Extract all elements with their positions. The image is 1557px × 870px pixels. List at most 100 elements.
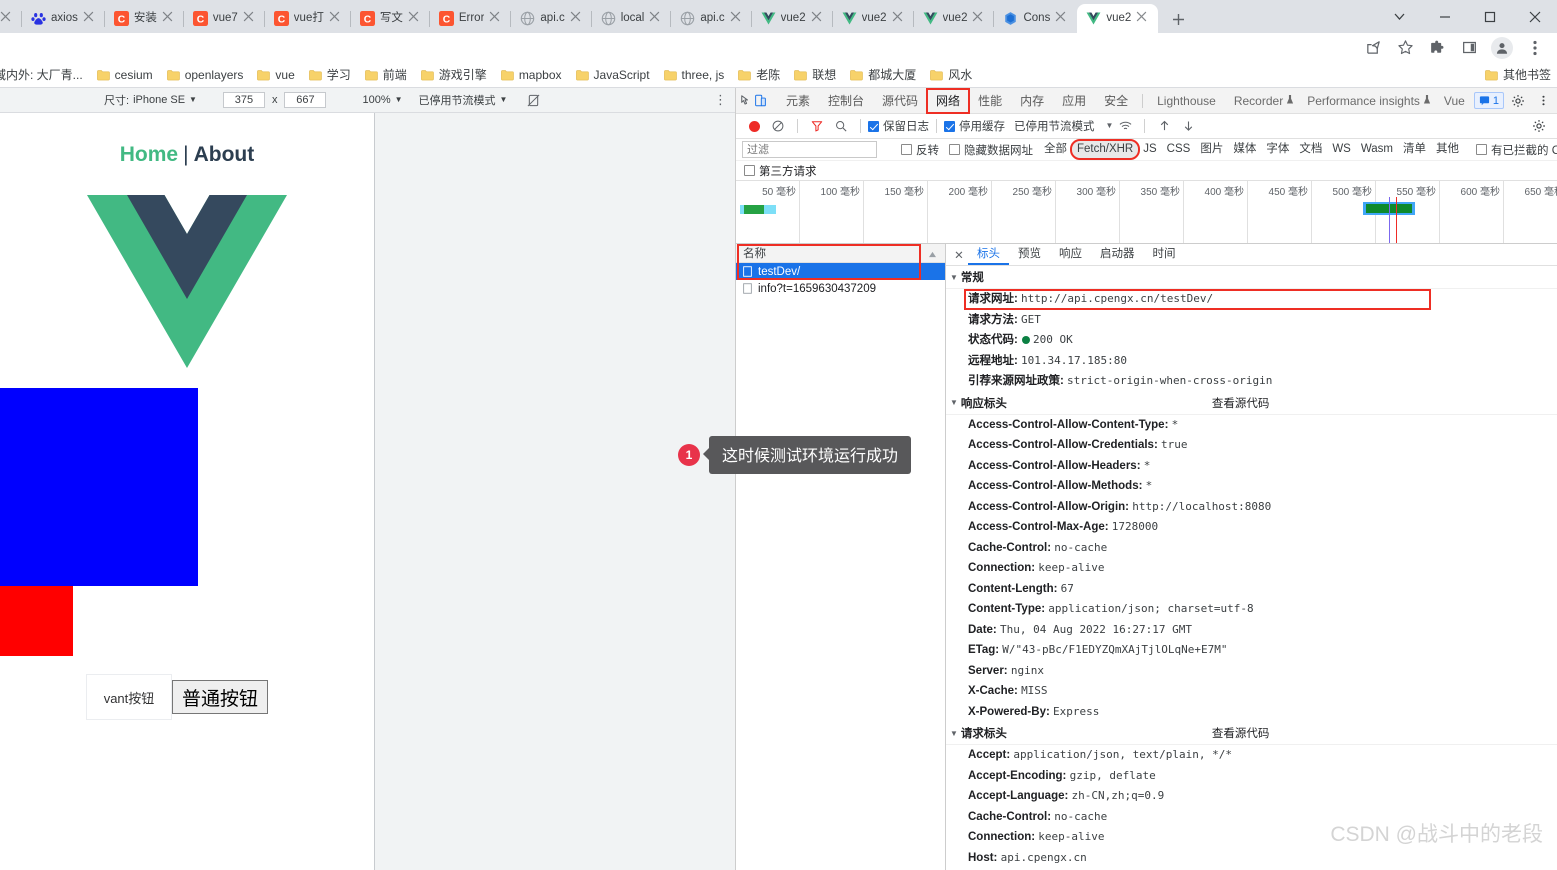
detail-tab[interactable]: 预览 <box>1009 244 1050 265</box>
filter-type-图片[interactable]: 图片 <box>1195 141 1228 158</box>
nav-link-about[interactable]: About <box>194 143 255 166</box>
request-row[interactable]: testDev/ <box>736 263 945 281</box>
request-headers-body[interactable]: ▼ 常规 请求网址: http://api.cpengx.cn/testDev/请求… <box>946 266 1557 870</box>
view-source-link[interactable]: 查看源代码 <box>1212 725 1270 741</box>
bookmark-item[interactable]: 游戏引擎 <box>414 65 494 85</box>
devtools-tab[interactable]: Lighthouse <box>1148 89 1225 113</box>
browser-tab[interactable]: C 安装 <box>103 4 184 33</box>
browser-tab[interactable]: local <box>590 4 672 33</box>
wifi-icon[interactable] <box>1113 115 1137 137</box>
bookmark-item[interactable]: 前端 <box>358 65 414 85</box>
bookmark-item[interactable]: mapbox <box>494 65 569 85</box>
filter-type-ws[interactable]: WS <box>1327 141 1356 158</box>
invert-checkbox[interactable]: 反转 <box>901 142 939 158</box>
devtools-more-menu-icon[interactable] <box>1532 90 1556 112</box>
bookmark-item[interactable]: 联想 <box>787 65 843 85</box>
section-header[interactable]: ▼ 常规 <box>946 266 1557 290</box>
browser-tab[interactable]: api.c <box>670 4 751 33</box>
filter-type-媒体[interactable]: 媒体 <box>1228 141 1261 158</box>
browser-tab[interactable]: vue2 <box>912 4 995 33</box>
close-icon[interactable] <box>0 11 15 26</box>
inspect-icon[interactable] <box>740 90 754 112</box>
close-icon[interactable] <box>1136 11 1151 26</box>
request-row[interactable]: info?t=1659630437209 <box>736 280 945 297</box>
close-icon[interactable] <box>1055 11 1070 26</box>
detail-tab[interactable]: 时间 <box>1144 244 1185 265</box>
device-selector[interactable]: 尺寸: iPhone SE ▼ <box>8 92 205 108</box>
plain-button[interactable]: 普通按钮 <box>172 680 269 715</box>
new-tab-button[interactable] <box>1164 5 1192 33</box>
chrome-menu-icon[interactable] <box>1522 35 1548 61</box>
disable-cache-checkbox[interactable]: 停用缓存 <box>944 118 1005 134</box>
device-throttling-selector[interactable]: 已停用节流模式 ▼ <box>411 92 516 108</box>
devtools-tab[interactable]: 控制台 <box>819 89 873 113</box>
device-height-input[interactable] <box>284 92 327 109</box>
rotate-icon[interactable] <box>515 94 548 107</box>
vant-button[interactable]: vant按钮 <box>86 674 172 721</box>
detail-close-icon[interactable]: ✕ <box>950 248 968 262</box>
close-icon[interactable] <box>730 11 745 26</box>
clear-icon[interactable] <box>766 115 790 137</box>
network-settings-gear-icon[interactable] <box>1527 115 1551 137</box>
devtools-tab[interactable]: 安全 <box>1095 89 1137 113</box>
bookmark-item[interactable]: three, js <box>657 65 732 85</box>
close-icon[interactable] <box>162 11 177 26</box>
detail-tab[interactable]: 标头 <box>968 244 1009 266</box>
devtools-tab[interactable]: Vue <box>1435 89 1474 113</box>
close-icon[interactable] <box>892 11 907 26</box>
bookmark-item[interactable]: 风水 <box>923 65 979 85</box>
close-window-button[interactable] <box>1512 0 1557 33</box>
minimize-button[interactable] <box>1422 0 1467 33</box>
star-icon[interactable] <box>1392 35 1418 61</box>
close-icon[interactable] <box>570 11 585 26</box>
network-overview-timeline[interactable]: 50 毫秒 100 毫秒 150 毫秒 200 毫秒 250 毫秒 300 毫秒 350 毫… <box>736 181 1557 245</box>
filter-type-全部[interactable]: 全部 <box>1039 141 1072 158</box>
close-icon[interactable] <box>649 11 664 26</box>
bookmark-item[interactable]: 学习 <box>302 65 358 85</box>
tab-search-button[interactable] <box>1377 0 1422 33</box>
issues-badge[interactable]: 1 <box>1473 92 1504 110</box>
third-party-checkbox[interactable]: 第三方请求 <box>744 163 817 179</box>
close-icon[interactable] <box>972 11 987 26</box>
browser-tab[interactable]: api.c <box>510 4 591 33</box>
devtools-tab[interactable]: Performance insights <box>1298 89 1429 113</box>
upload-icon[interactable] <box>1152 115 1176 137</box>
filter-type-清单[interactable]: 清单 <box>1398 141 1431 158</box>
browser-tab[interactable]: C Error <box>428 4 512 33</box>
bookmark-item[interactable]: openlayers <box>160 65 251 85</box>
devtools-tab[interactable]: 应用 <box>1053 89 1095 113</box>
close-icon[interactable] <box>243 11 258 26</box>
close-icon[interactable] <box>811 11 826 26</box>
other-bookmarks-button[interactable]: 其他书签 <box>1485 67 1551 83</box>
devtools-tab[interactable]: 性能 <box>969 89 1011 113</box>
devtools-tab[interactable]: 网络 <box>926 87 971 114</box>
close-icon[interactable] <box>408 11 423 26</box>
device-zoom-selector[interactable]: 100% ▼ <box>334 94 410 106</box>
devtools-tab[interactable]: 元素 <box>777 89 819 113</box>
devtools-tab[interactable]: 内存 <box>1011 89 1053 113</box>
maximize-button[interactable] <box>1467 0 1512 33</box>
browser-tab[interactable]: vue2 <box>750 4 833 33</box>
browser-tab[interactable]: C 写文 <box>349 4 430 33</box>
filter-type-其他[interactable]: 其他 <box>1431 141 1464 158</box>
browser-tab[interactable]: axios <box>21 4 105 33</box>
filter-input[interactable] <box>742 141 877 159</box>
device-more-menu-icon[interactable]: ⋮ <box>714 92 727 108</box>
browser-tab-active[interactable]: vue2 <box>1077 4 1159 33</box>
device-toggle-icon[interactable] <box>754 90 767 112</box>
extensions-icon[interactable] <box>1424 35 1450 61</box>
close-icon[interactable] <box>329 11 344 26</box>
profile-avatar[interactable] <box>1491 36 1513 59</box>
preserve-log-checkbox[interactable]: 保留日志 <box>868 118 929 134</box>
devtools-tab[interactable]: Recorder <box>1225 89 1292 113</box>
nav-link-home[interactable]: Home <box>120 143 178 166</box>
network-throttling-label[interactable]: 已停用节流模式 <box>1014 118 1095 134</box>
filter-icon[interactable] <box>805 115 829 137</box>
detail-tab[interactable]: 响应 <box>1050 244 1091 265</box>
bookmark-item[interactable]: vue <box>250 65 301 85</box>
filter-type-fetch-xhr[interactable]: Fetch/XHR <box>1069 139 1141 161</box>
filter-type-wasm[interactable]: Wasm <box>1356 141 1398 158</box>
download-icon[interactable] <box>1176 115 1200 137</box>
detail-tab[interactable]: 启动器 <box>1091 244 1144 265</box>
browser-tab[interactable]: Cvue打 <box>263 4 351 33</box>
